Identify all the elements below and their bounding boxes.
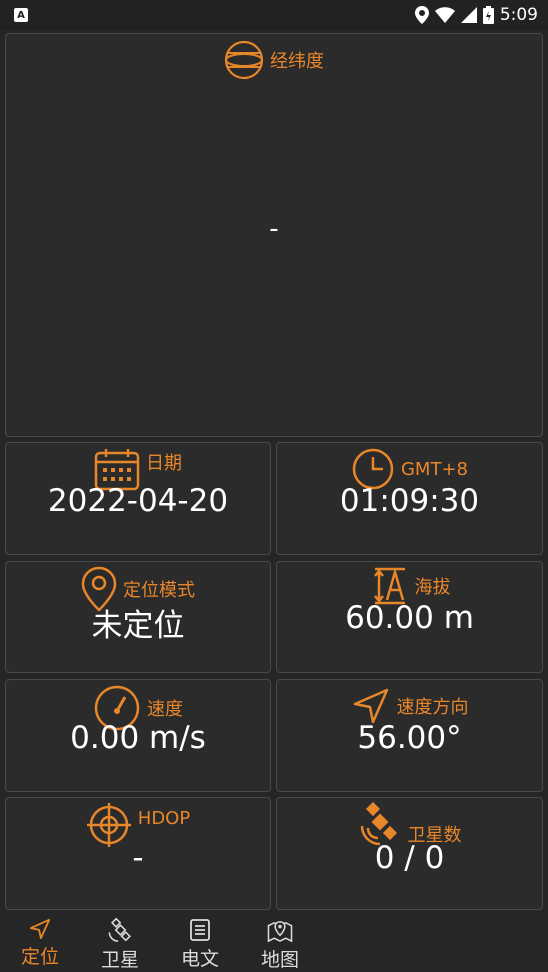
speed-card: 速度 0.00 m/s (5, 679, 271, 792)
latlon-value: - (269, 214, 279, 244)
heading-value: 56.00° (357, 720, 462, 756)
globe-icon (224, 40, 264, 80)
latlon-card: 经纬度 - (5, 33, 543, 437)
satellites-value: 0 / 0 (374, 840, 445, 876)
cell-signal-icon (460, 7, 477, 23)
hdop-card: HDOP - (5, 797, 271, 910)
heading-label: 速度方向 (396, 697, 469, 718)
nav-tab-label: 卫星 (100, 949, 139, 971)
app-notification-icon: A (14, 8, 28, 22)
nav-tab-satellite[interactable]: 卫星 (80, 912, 160, 972)
nav-tab-message[interactable]: 电文 (160, 912, 240, 972)
nav-tab-label: 电文 (180, 948, 219, 970)
altitude-label: 海拔 (414, 577, 451, 598)
time-label: GMT+8 (400, 458, 468, 480)
status-time: 5:09 (499, 5, 538, 25)
status-bar: A 5:09 (0, 0, 548, 30)
nav-tab-label: 地图 (260, 949, 299, 971)
mode-label: 定位模式 (123, 580, 195, 601)
location-icon (414, 6, 429, 24)
heading-card: 速度方向 56.00° (276, 679, 543, 792)
nav-tab-location[interactable]: 定位 (0, 912, 80, 972)
latlon-label: 经纬度 (270, 51, 324, 72)
navigation-arrow-icon (29, 918, 51, 940)
document-icon (190, 919, 210, 941)
hdop-value: - (132, 840, 144, 876)
date-value: 2022-04-20 (47, 483, 229, 519)
wifi-icon (434, 7, 455, 23)
battery-icon (482, 6, 494, 24)
bottom-navigation: 定位 卫星 电文 地图 (0, 912, 548, 972)
date-card: 日期 2022-04-20 (5, 442, 271, 555)
time-card: GMT+8 01:09:30 (276, 442, 543, 555)
mode-value: 未定位 (91, 608, 185, 644)
satellite-icon (108, 918, 131, 942)
time-value: 01:09:30 (339, 483, 480, 519)
satellites-card: 卫星数 0 / 0 (276, 797, 543, 910)
altitude-card: 海拔 60.00 m (276, 561, 543, 673)
date-label: 日期 (146, 453, 182, 474)
speed-label: 速度 (147, 699, 183, 720)
map-pin-icon (267, 921, 293, 943)
hdop-label: HDOP (137, 807, 191, 829)
speed-value: 0.00 m/s (70, 720, 206, 756)
nav-tab-label: 定位 (20, 946, 59, 968)
altitude-value: 60.00 m (345, 600, 474, 636)
nav-tab-map[interactable]: 地图 (240, 912, 320, 972)
mode-card: 定位模式 未定位 (5, 561, 271, 673)
